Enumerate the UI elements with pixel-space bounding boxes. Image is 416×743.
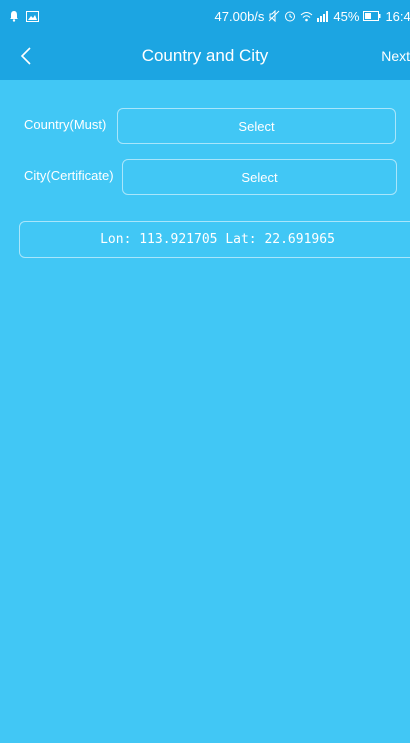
alarm-icon [284,10,296,22]
page-title: Country and City [141,46,269,65]
signal-icon [317,10,329,22]
country-select-value: Select [238,118,275,134]
status-bar: 47.00b/s 45% 16:42 [0,0,410,32]
battery-percent: 45% [333,8,360,24]
next-button[interactable]: Next [381,32,410,80]
country-label: Country(Must) [24,117,107,132]
status-left [8,10,39,22]
battery-icon [363,11,381,21]
image-icon [26,10,39,22]
status-right: 47.00b/s 45% 16:42 [215,9,410,24]
clock: 16:42 [385,8,410,24]
city-select[interactable]: Select [122,159,397,195]
network-speed: 47.00b/s [214,8,265,24]
country-select[interactable]: Select [117,108,396,144]
city-label: City(Certificate) [24,168,114,183]
wifi-icon [300,11,313,22]
location-coordinates-text: Lon: 113.921705 Lat: 22.691965 [100,232,335,247]
mute-icon [268,10,280,22]
screen: 47.00b/s 45% 16:42 Count [0,0,410,743]
city-select-value: Select [241,169,278,185]
location-coordinates: Lon: 113.921705 Lat: 22.691965 [19,221,410,258]
nav-bar: Country and City Next [0,32,410,80]
notification-bell-icon [8,10,20,22]
